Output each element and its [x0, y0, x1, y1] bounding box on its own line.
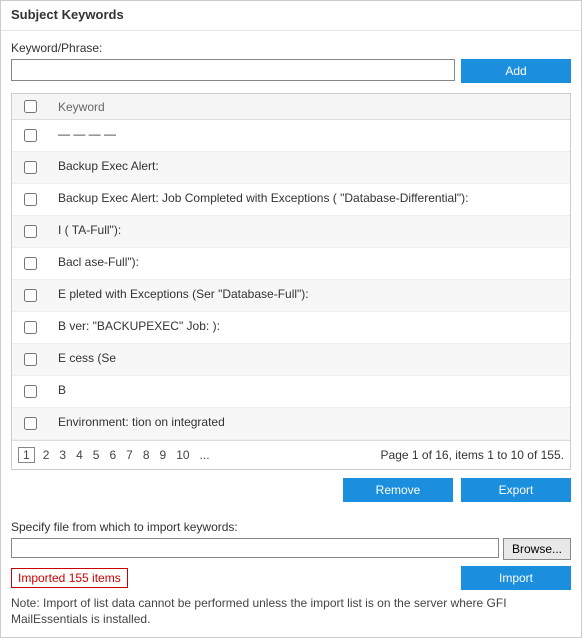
- remove-button[interactable]: Remove: [343, 478, 453, 502]
- pager-page[interactable]: 9: [158, 448, 169, 462]
- row-text: I ( TA-Full"):: [48, 222, 570, 239]
- pager-page[interactable]: 5: [91, 448, 102, 462]
- keywords-grid: Keyword — — — — Backup Exec Alert: Backup …: [11, 93, 571, 470]
- row-text: Environment: tion on integrated: [48, 414, 570, 431]
- row-text: E cess (Se: [48, 350, 570, 367]
- import-section: Specify file from which to import keywor…: [11, 520, 571, 627]
- row-checkbox[interactable]: [24, 385, 37, 398]
- column-header-keyword: Keyword: [48, 100, 105, 114]
- row-text: Backup Exec Alert: Job Completed with Ex…: [48, 190, 570, 207]
- pager-page[interactable]: 1: [18, 447, 35, 463]
- table-row: E pleted with Exceptions (Ser "Database-…: [12, 280, 570, 312]
- row-text: Bacl ase-Full"):: [48, 254, 570, 271]
- table-row: Environment: tion on integrated: [12, 408, 570, 440]
- panel-title: Subject Keywords: [1, 1, 581, 31]
- pager-page[interactable]: 6: [107, 448, 118, 462]
- row-text: B ver: "BACKUPEXEC" Job: ):: [48, 318, 570, 335]
- pager-page[interactable]: 10: [174, 448, 191, 462]
- import-file-input[interactable]: [11, 538, 499, 558]
- row-checkbox[interactable]: [24, 289, 37, 302]
- row-text: — — — —: [48, 126, 570, 143]
- pager: 123456789 10... Page 1 of 16, items 1 to …: [12, 440, 570, 469]
- pager-page[interactable]: ...: [198, 448, 212, 462]
- row-text: E pleted with Exceptions (Ser "Database-…: [48, 286, 570, 303]
- pager-page[interactable]: 8: [141, 448, 152, 462]
- row-checkbox[interactable]: [24, 225, 37, 238]
- pager-summary: Page 1 of 16, items 1 to 10 of 155.: [381, 448, 564, 462]
- browse-button[interactable]: Browse...: [503, 538, 571, 560]
- keyword-phrase-label: Keyword/Phrase:: [11, 41, 571, 55]
- row-text: Backup Exec Alert:: [48, 158, 570, 175]
- import-button[interactable]: Import: [461, 566, 571, 590]
- import-label: Specify file from which to import keywor…: [11, 520, 571, 534]
- table-row: I ( TA-Full"):: [12, 216, 570, 248]
- table-row: Backup Exec Alert:: [12, 152, 570, 184]
- row-checkbox[interactable]: [24, 257, 37, 270]
- import-status: Imported 155 items: [11, 568, 128, 588]
- table-row: E cess (Se: [12, 344, 570, 376]
- row-text: B: [48, 382, 570, 399]
- pager-page[interactable]: 7: [124, 448, 135, 462]
- keyword-field-row: Keyword/Phrase: Add: [11, 41, 571, 83]
- table-row: — — — —: [12, 120, 570, 152]
- row-checkbox[interactable]: [24, 321, 37, 334]
- row-checkbox[interactable]: [24, 129, 37, 142]
- row-checkbox[interactable]: [24, 161, 37, 174]
- grid-actions: Remove Export: [11, 478, 571, 502]
- table-row: B: [12, 376, 570, 408]
- row-checkbox[interactable]: [24, 193, 37, 206]
- pager-page[interactable]: 3: [57, 448, 68, 462]
- row-checkbox[interactable]: [24, 417, 37, 430]
- table-row: Backup Exec Alert: Job Completed with Ex…: [12, 184, 570, 216]
- pager-page[interactable]: 4: [74, 448, 85, 462]
- grid-header: Keyword: [12, 94, 570, 120]
- subject-keywords-panel: Subject Keywords Keyword/Phrase: Add Key…: [0, 0, 582, 638]
- add-button[interactable]: Add: [461, 59, 571, 83]
- export-button[interactable]: Export: [461, 478, 571, 502]
- table-row: B ver: "BACKUPEXEC" Job: ):: [12, 312, 570, 344]
- import-note: Note: Import of list data cannot be perf…: [11, 596, 571, 627]
- table-row: Bacl ase-Full"):: [12, 248, 570, 280]
- select-all-checkbox[interactable]: [24, 100, 37, 113]
- pager-page[interactable]: 2: [41, 448, 52, 462]
- row-checkbox[interactable]: [24, 353, 37, 366]
- keyword-input[interactable]: [11, 59, 455, 81]
